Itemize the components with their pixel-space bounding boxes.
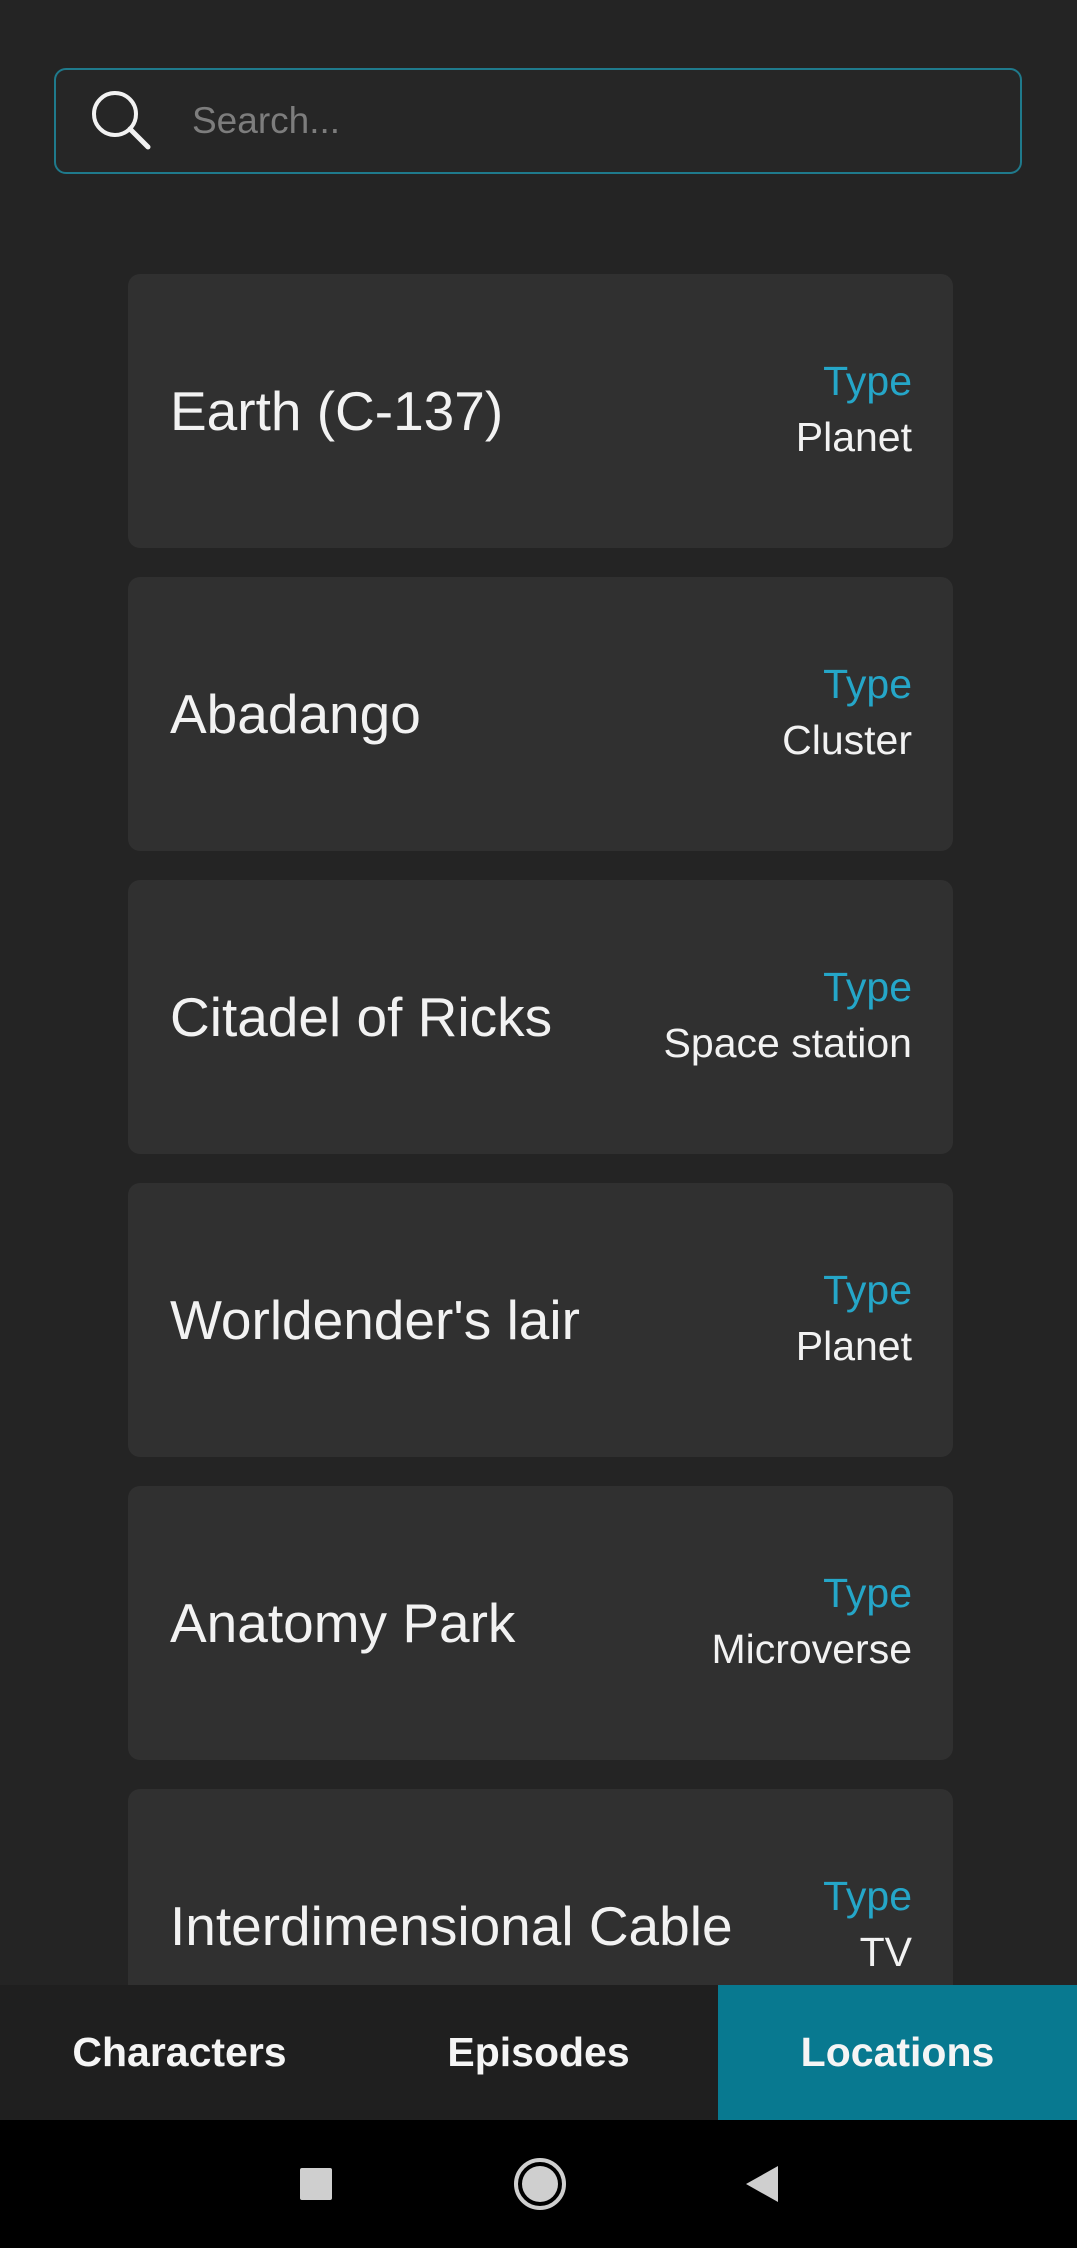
bottom-tab-bar: Characters Episodes Locations xyxy=(0,1985,1077,2120)
location-type-label: Type xyxy=(823,1873,912,1919)
locations-list[interactable]: Earth (C-137) Type Planet Abadango Type … xyxy=(0,174,1077,1985)
triangle-back-icon xyxy=(746,2166,778,2202)
search-input[interactable] xyxy=(190,80,1020,162)
location-type-label: Type xyxy=(823,358,912,404)
location-type-value: Space station xyxy=(663,1020,912,1066)
location-type: Type Planet xyxy=(796,353,912,465)
location-type: Type Space station xyxy=(664,959,912,1071)
location-type: Type Microverse xyxy=(712,1565,912,1677)
square-icon xyxy=(300,2168,332,2200)
location-type-label: Type xyxy=(823,661,912,707)
location-type-value: TV xyxy=(859,1929,912,1975)
location-type-value: Microverse xyxy=(711,1626,912,1672)
tab-episodes[interactable]: Episodes xyxy=(359,1985,718,2120)
search-icon xyxy=(92,91,151,150)
back-button[interactable] xyxy=(702,2120,822,2248)
recents-button[interactable] xyxy=(256,2120,376,2248)
location-type-label: Type xyxy=(823,1267,912,1313)
home-button[interactable] xyxy=(480,2120,600,2248)
location-name: Anatomy Park xyxy=(170,1592,516,1654)
location-card[interactable]: Abadango Type Cluster xyxy=(128,577,953,851)
location-type-value: Cluster xyxy=(782,717,912,763)
location-name: Abadango xyxy=(170,683,421,745)
system-navigation-bar xyxy=(0,2120,1077,2248)
location-type-value: Planet xyxy=(795,414,912,460)
tab-locations[interactable]: Locations xyxy=(718,1985,1077,2120)
location-card[interactable]: Interdimensional Cable Type TV xyxy=(128,1789,953,1985)
location-name: Earth (C-137) xyxy=(170,380,504,442)
location-card[interactable]: Earth (C-137) Type Planet xyxy=(128,274,953,548)
search-bar[interactable] xyxy=(54,68,1022,174)
location-type-label: Type xyxy=(823,1570,912,1616)
location-card[interactable]: Citadel of Ricks Type Space station xyxy=(128,880,953,1154)
location-name: Interdimensional Cable xyxy=(170,1895,733,1957)
tab-characters[interactable]: Characters xyxy=(0,1985,359,2120)
location-type: Type Planet xyxy=(796,1262,912,1374)
location-name: Worldender's lair xyxy=(170,1289,580,1351)
location-type: Type TV xyxy=(823,1868,912,1980)
location-card[interactable]: Worldender's lair Type Planet xyxy=(128,1183,953,1457)
circle-icon xyxy=(514,2158,566,2210)
location-type-value: Planet xyxy=(795,1323,912,1369)
location-card[interactable]: Anatomy Park Type Microverse xyxy=(128,1486,953,1760)
location-type-label: Type xyxy=(823,964,912,1010)
location-type: Type Cluster xyxy=(782,656,912,768)
locations-screen: Earth (C-137) Type Planet Abadango Type … xyxy=(0,0,1077,2248)
location-name: Citadel of Ricks xyxy=(170,986,553,1048)
